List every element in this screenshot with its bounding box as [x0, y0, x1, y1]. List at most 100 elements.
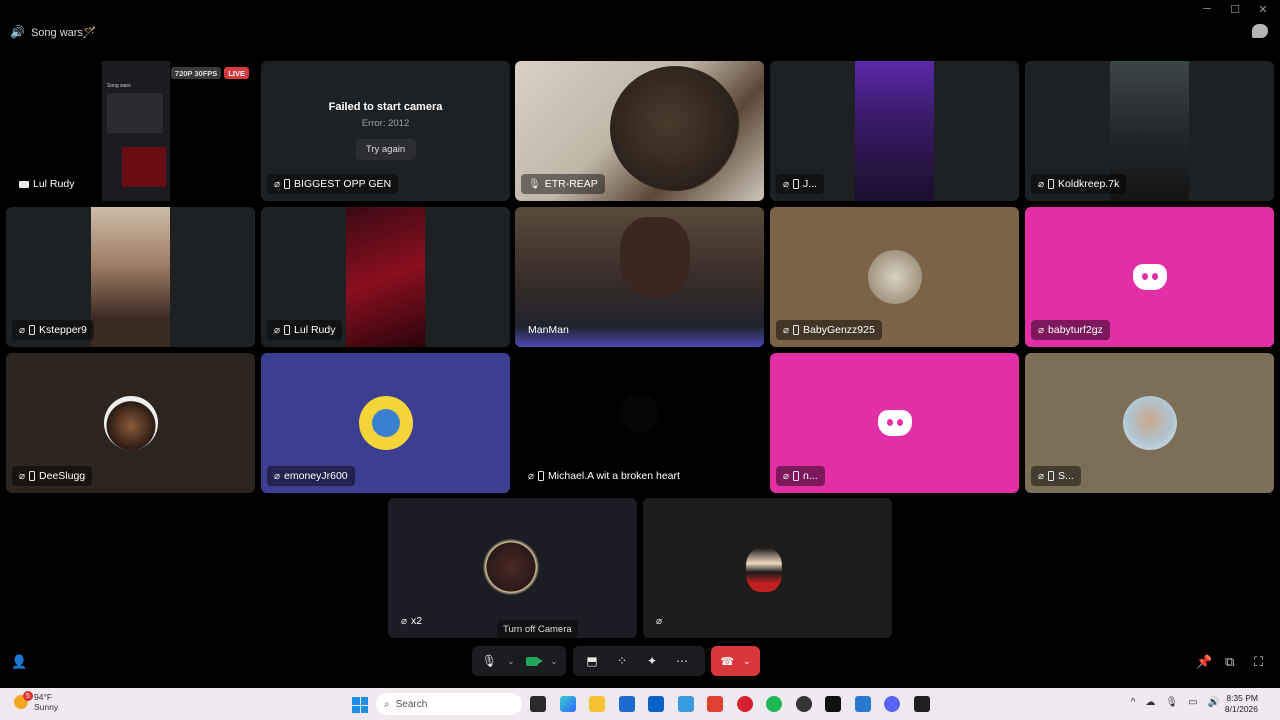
cloud-icon[interactable]: ☁ [1145, 697, 1155, 708]
weather-widget[interactable]: 5 94°F Sunny [14, 691, 58, 712]
clock[interactable]: 8:35 PM 8/1/2026 [1225, 693, 1258, 715]
mic-muted-icon: ⌀ [1038, 324, 1045, 336]
participant-name: babyturf2gz [1048, 324, 1103, 336]
video-frame [346, 207, 425, 347]
fullscreen-icon[interactable]: ⛶ [1254, 654, 1263, 670]
participant-tile-avatar[interactable]: ⌀ babyturf2gz [1025, 207, 1274, 347]
camera-button[interactable] [521, 648, 544, 674]
participant-tile-avatar[interactable]: ⌀ S... [1025, 353, 1274, 493]
participant-name: emoneyJr600 [284, 470, 348, 482]
participant-name: BabyGenzz925 [803, 324, 875, 336]
minimize-button[interactable]: ─ [1200, 3, 1214, 16]
participant-tile-camera-error[interactable]: Failed to start camera Error: 2012 Try a… [261, 61, 510, 201]
popout-icon[interactable]: ⧉ [1225, 654, 1234, 670]
taskbar: 5 94°F Sunny ⌕ Search ^ ☁ 🎙 ▭ 🔊 8:35 PM … [0, 688, 1280, 720]
mic-icon: 🎙 [528, 178, 541, 190]
chat-icon[interactable] [1252, 24, 1268, 38]
participant-tile-video[interactable]: ⌀ J... [770, 61, 1019, 201]
participant-tile-avatar[interactable]: ⌀ emoneyJr600 [261, 353, 510, 493]
windows-start-icon[interactable] [352, 697, 368, 713]
file-explorer-icon[interactable] [589, 696, 605, 712]
try-again-button[interactable]: Try again [355, 139, 416, 160]
camera-icon [526, 656, 544, 666]
participant-nametag: ⌀ x2 [394, 611, 429, 631]
add-user-icon[interactable]: 👤 [11, 654, 27, 670]
volume-icon[interactable]: 🔊 [1208, 697, 1220, 708]
mic-options-button[interactable]: ⌄ [505, 648, 517, 674]
participant-tile-video[interactable]: 🎙 ETR-REAP [515, 61, 764, 201]
spotify-icon[interactable] [766, 696, 782, 712]
chevron-up-icon[interactable]: ^ [1131, 697, 1136, 708]
participant-tile-avatar[interactable]: ⌀ DeeSlugg [6, 353, 255, 493]
camera-options-button[interactable]: ⌄ [548, 648, 560, 674]
mic-muted-icon: ⌀ [656, 615, 663, 627]
clock-date: 8/1/2026 [1224, 704, 1258, 714]
stream-preview: Song wars [102, 61, 170, 201]
app-icon[interactable] [707, 696, 723, 712]
maximize-button[interactable]: ☐ [1228, 3, 1242, 16]
av-controls: 🎙 ⌄ ⌄ [472, 646, 566, 676]
participant-tile-video[interactable]: ⌀ Kstepper9 [6, 207, 255, 347]
soundboard-icon: ✦ [646, 654, 658, 668]
app-icon[interactable] [825, 696, 841, 712]
participant-tile-video[interactable]: ⌀ Michael.A wit a broken heart [515, 353, 764, 493]
mic-icon[interactable]: 🎙 [1165, 697, 1178, 708]
copilot-icon[interactable] [560, 696, 576, 712]
app-icon[interactable] [796, 696, 812, 712]
avatar [358, 396, 413, 450]
participant-tile-video[interactable]: ⌀ Lul Rudy [261, 207, 510, 347]
participant-name: Kstepper9 [39, 324, 87, 336]
discord-icon[interactable] [884, 696, 900, 712]
mobile-icon [538, 471, 545, 481]
participant-name: x2 [411, 615, 423, 627]
stream-preview-title: Song wars [107, 83, 131, 89]
hang-up-icon: ☎ [720, 655, 735, 668]
chevron-down-icon: ⌄ [743, 655, 751, 666]
channel-header: 🔊 Song wars🪄 [10, 22, 97, 42]
participant-nametag: ⌀ Michael.A wit a broken heart [521, 466, 687, 486]
mic-muted-icon: ⌀ [274, 178, 281, 190]
participant-nametag: ⌀ Kstepper9 [12, 320, 94, 340]
close-button[interactable]: ✕ [1256, 3, 1270, 16]
participant-tile-avatar[interactable]: ⌀ x2 [388, 498, 637, 638]
weather-text: 94°F Sunny [34, 692, 58, 712]
mobile-icon [284, 179, 291, 189]
app-icon[interactable] [855, 696, 871, 712]
weather-temp: 94°F [34, 692, 53, 702]
search-input[interactable]: ⌕ Search [376, 693, 522, 715]
participant-tile-stream[interactable]: Song wars 720P 30FPS LIVE Lul Rudy [6, 61, 255, 201]
chevron-down-icon: ⌄ [507, 655, 515, 666]
camera-error-title: Failed to start camera [328, 101, 443, 113]
mic-muted-icon: ⌀ [1038, 178, 1045, 190]
pin-icon[interactable]: 📌 [1196, 654, 1212, 670]
soundboard-button[interactable]: ✦ [639, 648, 665, 674]
task-view-icon[interactable] [530, 696, 546, 712]
participant-name: ManMan [528, 324, 569, 336]
channel-name: Song wars🪄 [30, 26, 97, 39]
participant-tile-avatar[interactable]: ⌀ [643, 498, 892, 638]
mobile-icon [29, 325, 36, 335]
mic-muted-icon: ⌀ [19, 324, 26, 336]
participant-tile-video[interactable]: ⌀ Koldkreep.7k [1025, 61, 1274, 201]
app-icon[interactable] [914, 696, 930, 712]
more-button[interactable]: ⋯ [669, 648, 695, 674]
activities-button[interactable]: ⁘ [609, 648, 635, 674]
outlook-icon[interactable] [648, 696, 664, 712]
disconnect-button[interactable]: ☎ ⌄ [711, 646, 760, 676]
mobile-icon [29, 471, 36, 481]
mic-muted-icon: ⌀ [783, 178, 790, 190]
participant-tile-avatar[interactable]: ⌀ n... [770, 353, 1019, 493]
opera-icon[interactable] [737, 696, 753, 712]
mic-button[interactable]: 🎙 [478, 648, 501, 674]
participant-tile-avatar[interactable]: ⌀ BabyGenzz925 [770, 207, 1019, 347]
system-tray: ^ ☁ 🎙 ▭ 🔊 [1131, 697, 1220, 708]
participant-tile-video[interactable]: ManMan [515, 207, 764, 347]
activity-controls: ⬒ ⁘ ✦ ⋯ [573, 646, 705, 676]
display-icon[interactable]: ▭ [1188, 697, 1197, 708]
mic-muted-icon: ⌀ [1038, 470, 1045, 482]
share-screen-button[interactable]: ⬒ [579, 648, 605, 674]
search-icon: ⌕ [384, 698, 390, 710]
app-icon[interactable] [678, 696, 694, 712]
store-icon[interactable] [619, 696, 635, 712]
mic-muted-icon: ⌀ [528, 470, 535, 482]
